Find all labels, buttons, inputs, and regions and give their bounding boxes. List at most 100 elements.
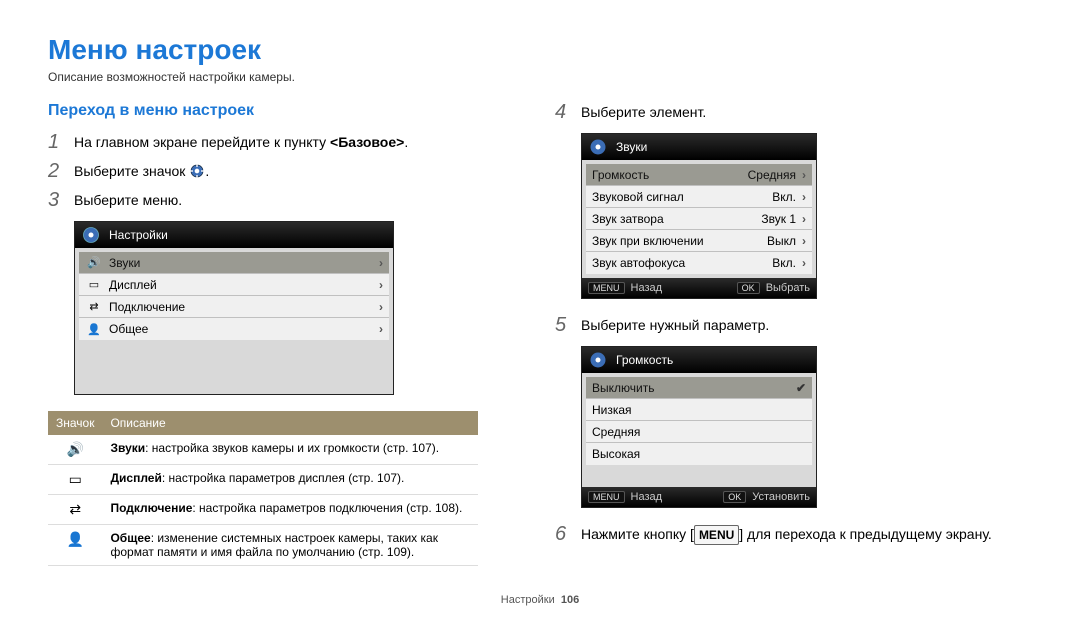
panel-header: Настройки: [109, 228, 168, 242]
table-row: 🔊 Звуки: настройка звуков камеры и их гро…: [48, 435, 478, 465]
menu-row-label: Звук затвора: [592, 212, 761, 226]
menu-row-label: Высокая: [592, 447, 806, 461]
chevron-right-icon: ›: [802, 190, 806, 204]
menu-row-label: Подключение: [109, 300, 379, 314]
table-header-desc: Описание: [102, 411, 478, 435]
footer-ok: Установить: [752, 491, 810, 503]
gear-icon: [81, 225, 101, 245]
menu-row-value: Вкл.: [772, 256, 796, 270]
sound-icon: 🔊: [67, 441, 84, 458]
menu-row[interactable]: Высокая: [586, 443, 812, 465]
sound-icon: 🔊: [85, 256, 103, 269]
step-number: 4: [555, 102, 571, 122]
menu-row-value: Звук 1: [761, 212, 796, 226]
general-icon: 👤: [67, 531, 84, 548]
menu-row-value: Вкл.: [772, 190, 796, 204]
section-heading: Переход в меню настроек: [48, 102, 525, 120]
gear-icon: [588, 137, 608, 157]
step-text: Выберите элемент.: [581, 102, 706, 123]
chevron-right-icon: ›: [379, 300, 383, 314]
chevron-right-icon: ›: [379, 322, 383, 336]
step-text: Выберите нужный параметр.: [581, 315, 769, 336]
connect-icon: ⇄: [69, 501, 81, 518]
menu-row-label: Звук автофокуса: [592, 256, 772, 270]
table-desc: Общее: изменение системных настроек каме…: [102, 525, 478, 566]
icon-description-table: Значок Описание 🔊 Звуки: настройка звуков…: [48, 411, 478, 566]
step-1: 1 На главном экране перейдите к пункту <…: [48, 132, 525, 153]
settings-panel-menu: Настройки 🔊Звуки›▭Дисплей›⇄Подключение›👤…: [74, 221, 394, 395]
step-5: 5 Выберите нужный параметр.: [555, 315, 1032, 336]
ok-button-label: OK: [737, 282, 760, 294]
chevron-right-icon: ›: [802, 212, 806, 226]
menu-row[interactable]: Звук автофокусаВкл. ›: [586, 252, 812, 274]
menu-row-value: Выкл: [767, 234, 796, 248]
step-text: Выберите значок: [74, 163, 189, 179]
step-3: 3 Выберите меню.: [48, 190, 525, 211]
table-desc: Дисплей: настройка параметров дисплея (с…: [102, 465, 478, 495]
menu-row[interactable]: Выключить✔: [586, 377, 812, 399]
step-text: На главном экране перейдите к пункту: [74, 134, 330, 150]
step-number: 1: [48, 132, 64, 152]
menu-row-label: Громкость: [592, 168, 748, 182]
step-number: 5: [555, 315, 571, 335]
menu-row[interactable]: Средняя: [586, 421, 812, 443]
menu-row[interactable]: ГромкостьСредняя ›: [586, 164, 812, 186]
step-number: 3: [48, 190, 64, 210]
footer-ok: Выбрать: [766, 282, 810, 294]
menu-row[interactable]: Низкая: [586, 399, 812, 421]
step-bold: <Базовое>: [330, 134, 404, 150]
table-desc: Подключение: настройка параметров подклю…: [102, 495, 478, 525]
page-subtitle: Описание возможностей настройки камеры.: [48, 70, 1032, 84]
panel-header: Громкость: [616, 353, 673, 367]
menu-row[interactable]: ▭ Дисплей›: [79, 274, 389, 296]
ok-button-label: OK: [723, 491, 746, 503]
menu-row[interactable]: 🔊 Звуки›: [79, 252, 389, 274]
table-row: ▭ Дисплей: настройка параметров дисплея (…: [48, 465, 478, 495]
menu-row-value: Средняя: [748, 168, 796, 182]
footer-back: Назад: [631, 282, 663, 294]
menu-row-label: Звуки: [109, 256, 379, 270]
chevron-right-icon: ›: [379, 256, 383, 270]
table-row: ⇄ Подключение: настройка параметров подкл…: [48, 495, 478, 525]
menu-button-label: MENU: [588, 282, 625, 294]
menu-row[interactable]: ⇄ Подключение›: [79, 296, 389, 318]
step-text: Нажмите кнопку [: [581, 526, 694, 542]
chevron-right-icon: ›: [802, 256, 806, 270]
menu-row[interactable]: Звук затвораЗвук 1 ›: [586, 208, 812, 230]
step-number: 6: [555, 524, 571, 544]
menu-row-label: Звук при включении: [592, 234, 767, 248]
chevron-right-icon: ›: [802, 168, 806, 182]
sounds-panel: Звуки ГромкостьСредняя›Звуковой сигналВк…: [581, 133, 817, 299]
menu-key-label: MENU: [694, 525, 739, 545]
check-icon: ✔: [796, 381, 806, 395]
menu-row-label: Звуковой сигнал: [592, 190, 772, 204]
display-icon: ▭: [85, 278, 103, 291]
menu-row-label: Дисплей: [109, 278, 379, 292]
menu-row[interactable]: 👤 Общее›: [79, 318, 389, 340]
step-2: 2 Выберите значок .: [48, 161, 525, 182]
page-title: Меню настроек: [48, 34, 1032, 66]
menu-row-label: Общее: [109, 322, 379, 336]
menu-button-label: MENU: [588, 491, 625, 503]
page-footer: Настройки 106: [48, 594, 1032, 606]
step-number: 2: [48, 161, 64, 181]
volume-panel: Громкость Выключить✔ Низкая Средняя Высокая…: [581, 346, 817, 508]
chevron-right-icon: ›: [802, 234, 806, 248]
menu-row[interactable]: Звук при включенииВыкл ›: [586, 230, 812, 252]
step-text: Выберите меню.: [74, 190, 182, 211]
table-desc: Звуки: настройка звуков камеры и их гром…: [102, 435, 478, 465]
connect-icon: ⇄: [85, 300, 103, 313]
general-icon: 👤: [85, 323, 103, 336]
footer-back: Назад: [631, 491, 663, 503]
step-text: ] для перехода к предыдущему экрану.: [739, 526, 992, 542]
table-row: 👤 Общее: изменение системных настроек кам…: [48, 525, 478, 566]
panel-header: Звуки: [616, 140, 647, 154]
gear-icon: [189, 163, 205, 179]
gear-icon: [588, 350, 608, 370]
display-icon: ▭: [69, 471, 82, 488]
menu-row-label: Средняя: [592, 425, 806, 439]
table-header-icon: Значок: [48, 411, 102, 435]
menu-row-label: Низкая: [592, 403, 806, 417]
chevron-right-icon: ›: [379, 278, 383, 292]
menu-row[interactable]: Звуковой сигналВкл. ›: [586, 186, 812, 208]
